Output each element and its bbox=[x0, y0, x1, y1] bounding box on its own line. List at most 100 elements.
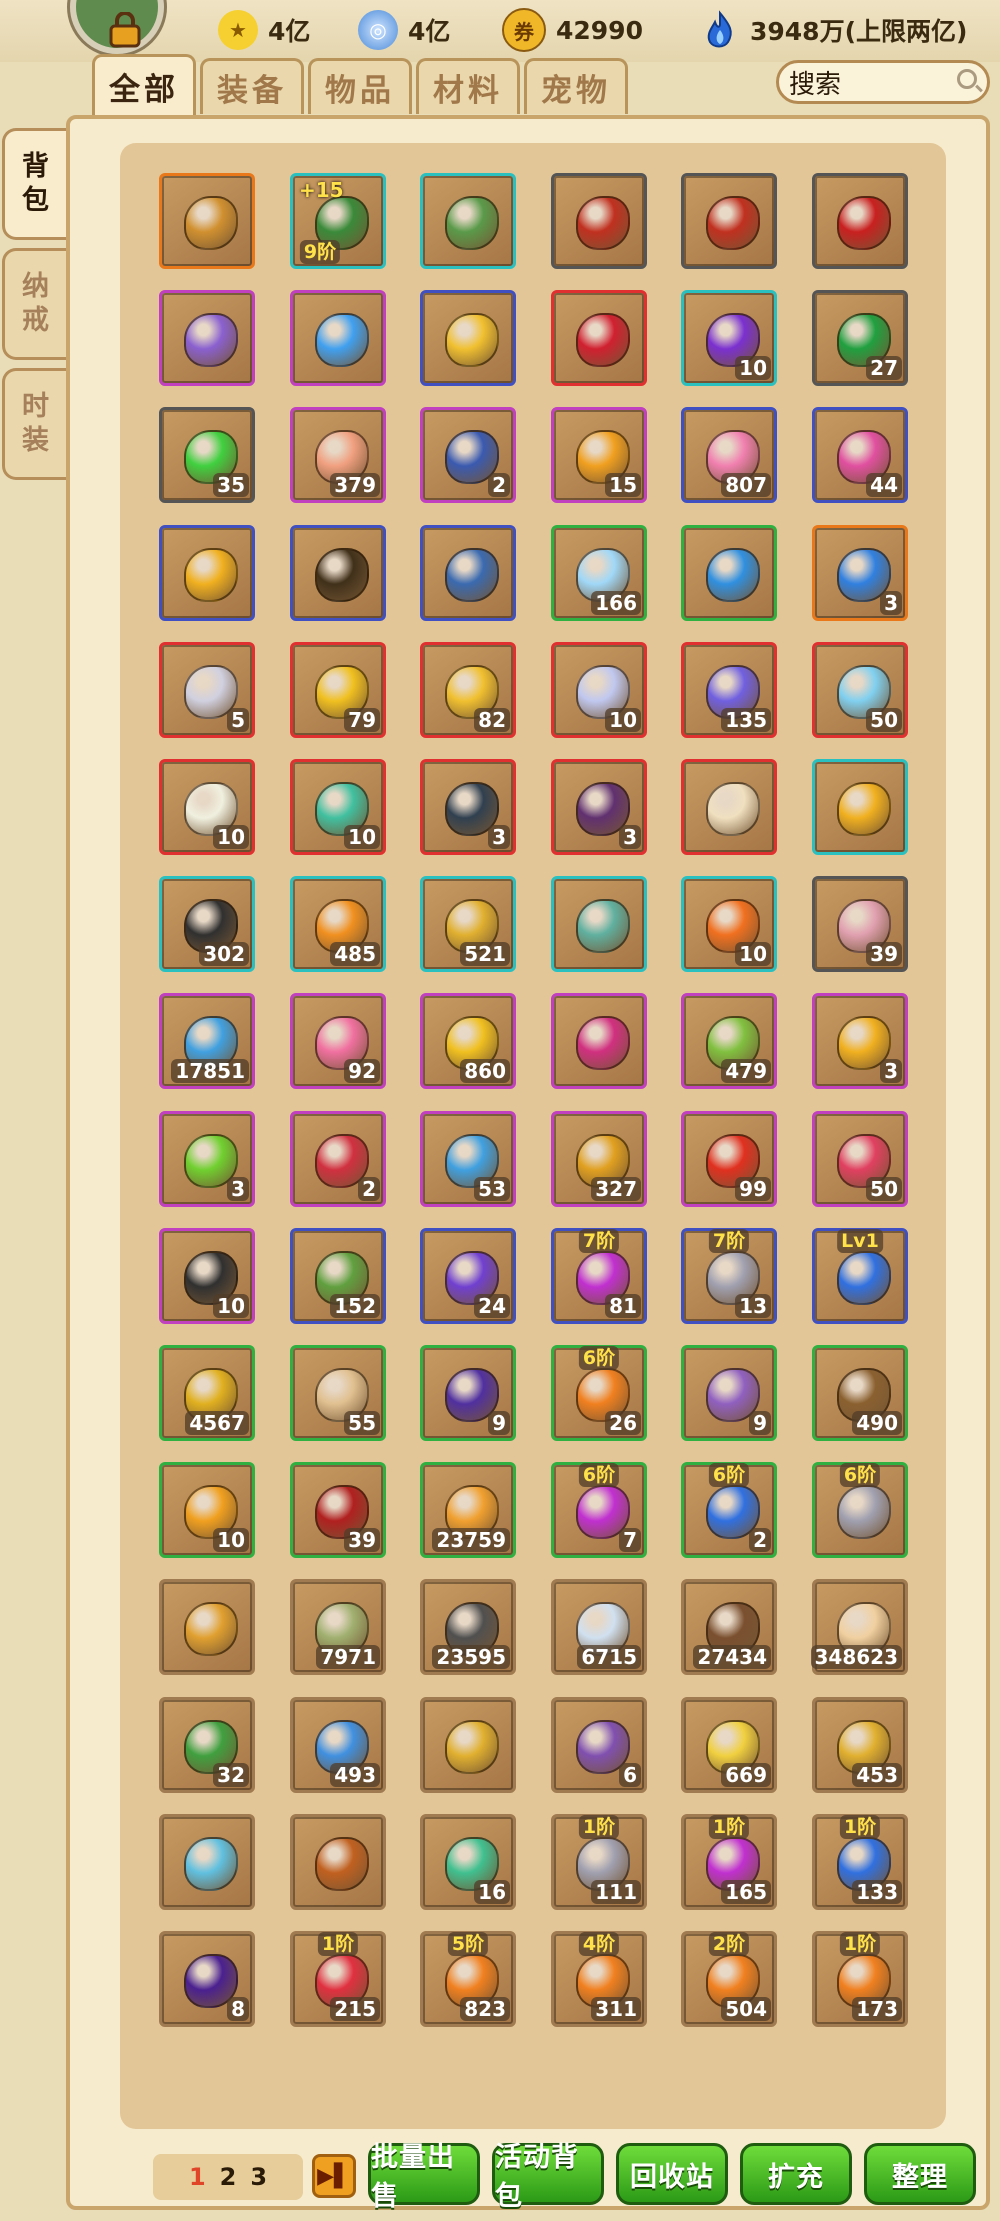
inventory-slot[interactable]: 479 bbox=[681, 993, 777, 1089]
inventory-slot[interactable]: 2阶 504 bbox=[681, 1931, 777, 2027]
inventory-slot[interactable] bbox=[812, 173, 908, 269]
inventory-slot[interactable]: 3 bbox=[551, 759, 647, 855]
recycle-bin-button[interactable]: 回收站 bbox=[616, 2143, 728, 2205]
tab-materials[interactable]: 材料 bbox=[416, 58, 520, 114]
inventory-slot[interactable]: 2 bbox=[420, 407, 516, 503]
inventory-slot[interactable]: 6阶 2 bbox=[681, 1462, 777, 1558]
inventory-slot[interactable] bbox=[551, 290, 647, 386]
inventory-slot[interactable] bbox=[551, 173, 647, 269]
inventory-slot[interactable] bbox=[681, 173, 777, 269]
inventory-slot[interactable]: 7阶 81 bbox=[551, 1228, 647, 1324]
inventory-slot[interactable]: 15 bbox=[551, 407, 647, 503]
inventory-slot[interactable]: 453 bbox=[812, 1697, 908, 1793]
inventory-slot[interactable]: 1阶 165 bbox=[681, 1814, 777, 1910]
inventory-slot[interactable]: 490 bbox=[812, 1345, 908, 1441]
inventory-slot[interactable]: 302 bbox=[159, 876, 255, 972]
inventory-slot[interactable]: Lv1 bbox=[812, 1228, 908, 1324]
side-tab-backpack[interactable]: 背包 bbox=[2, 128, 66, 240]
inventory-slot[interactable]: 8 bbox=[159, 1931, 255, 2027]
inventory-slot[interactable] bbox=[159, 1579, 255, 1675]
inventory-slot[interactable]: 39 bbox=[290, 1462, 386, 1558]
inventory-slot[interactable]: 807 bbox=[681, 407, 777, 503]
inventory-slot[interactable] bbox=[159, 290, 255, 386]
inventory-slot[interactable]: 152 bbox=[290, 1228, 386, 1324]
sort-button[interactable]: 整理 bbox=[864, 2143, 976, 2205]
inventory-slot[interactable]: 493 bbox=[290, 1697, 386, 1793]
inventory-slot[interactable]: 27434 bbox=[681, 1579, 777, 1675]
inventory-slot[interactable]: 379 bbox=[290, 407, 386, 503]
inventory-slot[interactable] bbox=[420, 525, 516, 621]
tab-all[interactable]: 全部 bbox=[92, 54, 196, 116]
inventory-slot[interactable]: 92 bbox=[290, 993, 386, 1089]
inventory-slot[interactable]: 348623 bbox=[810, 1579, 908, 1675]
inventory-slot[interactable]: 4567 bbox=[159, 1345, 255, 1441]
inventory-slot[interactable]: +15 9阶 bbox=[290, 173, 386, 269]
inventory-slot[interactable] bbox=[290, 525, 386, 621]
inventory-slot[interactable]: 3 bbox=[812, 525, 908, 621]
side-tab-ring[interactable]: 纳戒 bbox=[2, 248, 66, 360]
inventory-slot[interactable] bbox=[420, 290, 516, 386]
search-icon[interactable] bbox=[957, 69, 977, 89]
inventory-slot[interactable] bbox=[551, 993, 647, 1089]
inventory-slot[interactable]: 50 bbox=[812, 1111, 908, 1207]
inventory-slot[interactable]: 27 bbox=[812, 290, 908, 386]
inventory-slot[interactable]: 44 bbox=[812, 407, 908, 503]
inventory-slot[interactable]: 7971 bbox=[290, 1579, 386, 1675]
inventory-slot[interactable]: 2 bbox=[290, 1111, 386, 1207]
page-3[interactable]: 3 bbox=[250, 2163, 267, 2191]
inventory-slot[interactable]: 4阶 311 bbox=[551, 1931, 647, 2027]
inventory-slot[interactable]: 10 bbox=[290, 759, 386, 855]
inventory-slot[interactable] bbox=[681, 525, 777, 621]
inventory-slot[interactable]: 55 bbox=[290, 1345, 386, 1441]
inventory-slot[interactable]: 24 bbox=[420, 1228, 516, 1324]
inventory-slot[interactable]: 23595 bbox=[420, 1579, 516, 1675]
inventory-slot[interactable]: 10 bbox=[681, 290, 777, 386]
inventory-slot[interactable]: 166 bbox=[551, 525, 647, 621]
inventory-slot[interactable]: 5阶 823 bbox=[420, 1931, 516, 2027]
tab-items[interactable]: 物品 bbox=[308, 58, 412, 114]
inventory-slot[interactable]: 9 bbox=[420, 1345, 516, 1441]
inventory-slot[interactable]: 32 bbox=[159, 1697, 255, 1793]
inventory-slot[interactable]: 10 bbox=[551, 642, 647, 738]
inventory-slot[interactable]: 10 bbox=[159, 759, 255, 855]
inventory-slot[interactable]: 35 bbox=[159, 407, 255, 503]
next-page-button[interactable]: ▶▌ bbox=[312, 2154, 356, 2198]
inventory-slot[interactable]: 5 bbox=[159, 642, 255, 738]
inventory-slot[interactable]: 53 bbox=[420, 1111, 516, 1207]
side-tab-fashion[interactable]: 时装 bbox=[2, 368, 66, 480]
inventory-slot[interactable]: 82 bbox=[420, 642, 516, 738]
inventory-slot[interactable] bbox=[290, 290, 386, 386]
inventory-slot[interactable]: 327 bbox=[551, 1111, 647, 1207]
inventory-slot[interactable]: 9 bbox=[681, 1345, 777, 1441]
tab-pets[interactable]: 宠物 bbox=[524, 58, 628, 114]
tab-equipment[interactable]: 装备 bbox=[200, 58, 304, 114]
expand-button[interactable]: 扩充 bbox=[740, 2143, 852, 2205]
inventory-slot[interactable]: 79 bbox=[290, 642, 386, 738]
inventory-slot[interactable]: 17851 bbox=[159, 993, 255, 1089]
inventory-slot[interactable]: 23759 bbox=[420, 1462, 516, 1558]
inventory-slot[interactable]: 3 bbox=[159, 1111, 255, 1207]
inventory-slot[interactable] bbox=[551, 876, 647, 972]
inventory-slot[interactable]: 10 bbox=[159, 1462, 255, 1558]
event-bag-button[interactable]: 活动背包 bbox=[492, 2142, 604, 2212]
inventory-slot[interactable] bbox=[159, 1814, 255, 1910]
inventory-slot[interactable] bbox=[159, 173, 255, 269]
page-2[interactable]: 2 bbox=[220, 2163, 237, 2191]
inventory-slot[interactable]: 485 bbox=[290, 876, 386, 972]
inventory-slot[interactable]: 6阶 26 bbox=[551, 1345, 647, 1441]
inventory-slot[interactable]: 1阶 215 bbox=[290, 1931, 386, 2027]
inventory-slot[interactable]: 16 bbox=[420, 1814, 516, 1910]
inventory-slot[interactable]: 39 bbox=[812, 876, 908, 972]
inventory-slot[interactable] bbox=[812, 759, 908, 855]
inventory-slot[interactable]: 99 bbox=[681, 1111, 777, 1207]
inventory-slot[interactable]: 1阶 133 bbox=[812, 1814, 908, 1910]
inventory-slot[interactable] bbox=[159, 525, 255, 621]
inventory-slot[interactable]: 6阶 bbox=[812, 1462, 908, 1558]
inventory-slot[interactable]: 50 bbox=[812, 642, 908, 738]
inventory-slot[interactable]: 135 bbox=[681, 642, 777, 738]
inventory-slot[interactable]: 860 bbox=[420, 993, 516, 1089]
inventory-slot[interactable]: 6阶 7 bbox=[551, 1462, 647, 1558]
inventory-slot[interactable]: 7阶 13 bbox=[681, 1228, 777, 1324]
inventory-slot[interactable]: 3 bbox=[812, 993, 908, 1089]
inventory-slot[interactable]: 10 bbox=[159, 1228, 255, 1324]
